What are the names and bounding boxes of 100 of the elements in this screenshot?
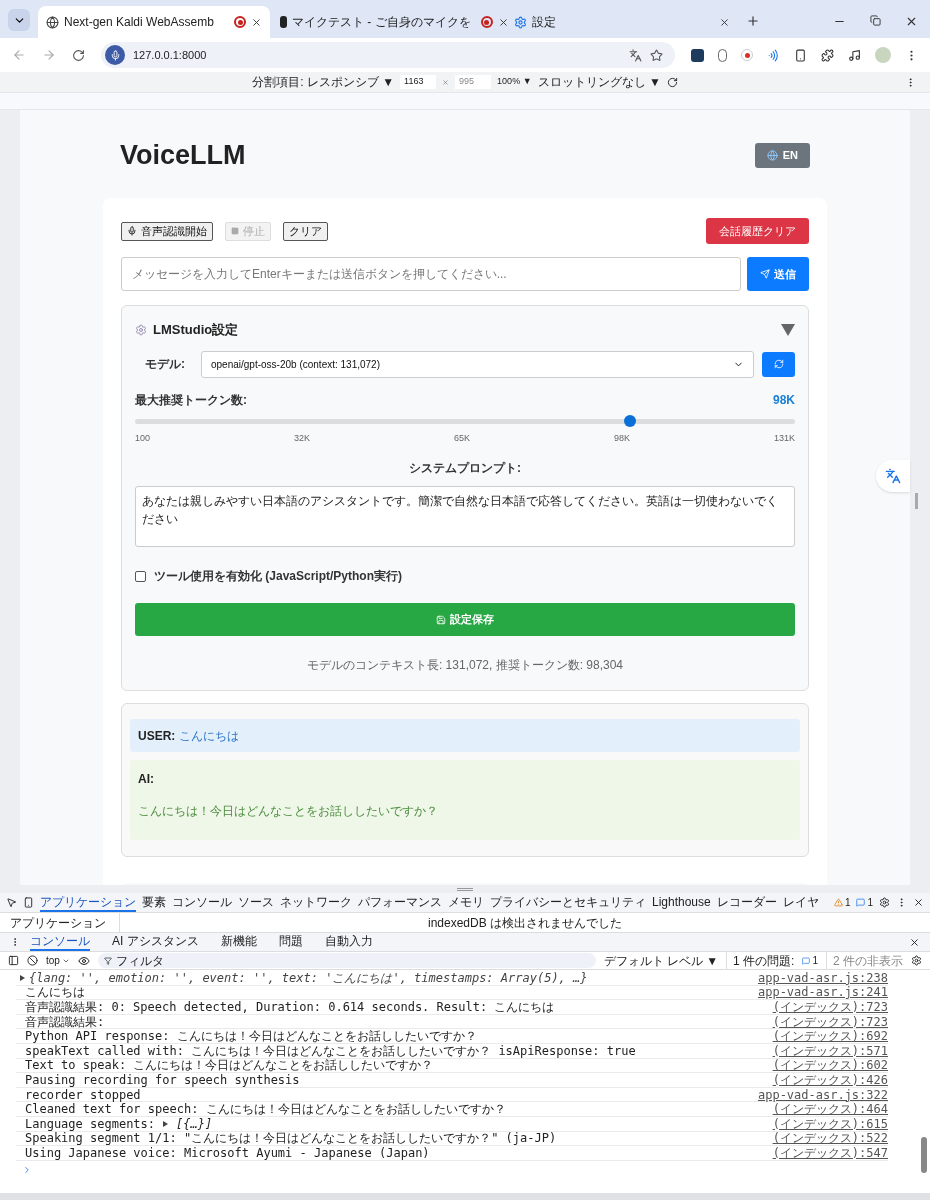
width-field[interactable]: 1163 (400, 75, 437, 89)
gear-icon (135, 323, 147, 336)
warning-count[interactable]: 1 (833, 895, 851, 910)
source-link[interactable]: (インデックス):547 (772, 1146, 888, 1159)
browser-tab[interactable]: 設定 (506, 6, 738, 38)
inspect-icon[interactable] (6, 897, 17, 908)
devtools-tab[interactable]: アプリケーション (40, 893, 136, 912)
close-icon[interactable] (909, 936, 920, 948)
clear-history-button[interactable]: 会話履歴クリア (706, 218, 809, 244)
source-link[interactable]: (インデックス):571 (772, 1044, 888, 1057)
drawer-tab[interactable]: AI アシスタンス (112, 933, 199, 951)
drawer-tab[interactable]: 自動入力 (324, 933, 373, 951)
tab-search-button[interactable] (8, 9, 30, 31)
language-button[interactable]: EN (754, 142, 810, 168)
source-link[interactable]: app-vad-asr.js:241 (757, 986, 888, 999)
settings-icon[interactable] (911, 955, 922, 966)
tools-checkbox[interactable] (135, 570, 146, 582)
close-icon[interactable] (497, 16, 509, 28)
media-icon[interactable] (848, 48, 861, 62)
devtools-tab[interactable]: パフォーマンス (358, 893, 442, 912)
reload-icon[interactable] (72, 48, 85, 62)
throttling-dropdown[interactable]: スロットリングなし ▼ (537, 73, 661, 91)
browser-tab[interactable]: Next-gen Kaldi WebAssemb (38, 6, 270, 38)
send-icon (760, 269, 770, 279)
source-link[interactable]: (インデックス):602 (772, 1059, 888, 1072)
tools-label: ツール使用を有効化 (JavaScript/Python実行) (154, 568, 403, 585)
close-icon[interactable] (913, 897, 924, 908)
source-link[interactable]: app-vad-asr.js:238 (757, 971, 888, 984)
system-prompt-textarea[interactable]: あなたは親しみやすい日本語のアシスタントです。簡潔で自然な日本語で応答してください。英語は一切使わないでください (135, 486, 795, 547)
control-button[interactable]: 音声認識開始 (121, 221, 213, 241)
log-message: Cleaned text for speech: こんにちは！今日はどんなことをお話ししたいですか？ (24, 1103, 506, 1116)
close-icon[interactable] (719, 16, 730, 28)
extension-icon[interactable] (691, 48, 704, 62)
extensions-icon[interactable] (821, 48, 834, 62)
devtools-tab[interactable]: レコーダー (716, 893, 777, 912)
log-object[interactable]: [{…}] (176, 1117, 213, 1130)
devtools-tab[interactable]: Lighthouse (652, 893, 711, 912)
close-icon[interactable] (905, 15, 918, 28)
translate-button[interactable] (876, 460, 910, 492)
translate-icon (885, 468, 901, 484)
signal-icon[interactable] (767, 48, 780, 62)
collapse-triangle-icon[interactable] (781, 323, 795, 336)
refresh-button[interactable] (762, 351, 795, 377)
filter-field[interactable]: フィルタ (97, 953, 596, 968)
browser-tab[interactable]: マイクテスト - ご自身のマイクを (272, 6, 504, 38)
close-icon[interactable] (251, 16, 262, 28)
log-object[interactable]: {lang: '', emotion: '', event: '', text: 'こんにちは', timestamps: Array(5), …} (29, 971, 588, 984)
source-link[interactable]: (インデックス):723 (772, 1001, 888, 1013)
eye-icon[interactable] (77, 954, 90, 967)
rotate-icon[interactable] (666, 76, 678, 88)
control-button[interactable]: クリア (283, 221, 328, 241)
clear-console-icon[interactable] (27, 955, 38, 966)
settings-icon[interactable] (879, 897, 890, 908)
message-count[interactable]: 1 (856, 895, 873, 910)
drawer-tab[interactable]: 問題 (278, 933, 303, 951)
devtools-tab[interactable]: プライバシーとセキュリティ (490, 893, 646, 912)
source-link[interactable]: (インデックス):522 (772, 1132, 888, 1145)
source-link[interactable]: (インデックス):426 (772, 1073, 888, 1086)
model-select[interactable]: openai/gpt-oss-20b (context: 131,072) (201, 350, 754, 378)
times-icon (442, 78, 450, 86)
drawer-tab[interactable]: コンソール (30, 933, 90, 951)
source-link[interactable]: (インデックス):464 (772, 1103, 888, 1116)
resize-handle[interactable] (457, 887, 473, 891)
zoom-dropdown[interactable]: 100% ▼ (497, 75, 532, 89)
restore-icon[interactable] (870, 15, 881, 26)
bookmark-star-icon[interactable] (650, 48, 663, 62)
new-tab-icon[interactable] (746, 14, 760, 28)
device-toggle-icon[interactable] (23, 897, 34, 908)
devtools-tab[interactable]: レイヤ (782, 893, 819, 912)
filter-icon (103, 956, 112, 965)
drawer-tab[interactable]: 新機能 (220, 933, 257, 951)
send-button[interactable]: 送信 (747, 257, 809, 291)
height-field[interactable]: 995 (455, 75, 492, 89)
log-level-dropdown[interactable]: デフォルト レベル ▼ (603, 951, 719, 970)
expand-triangle-icon[interactable] (163, 1120, 169, 1127)
devtools-tab[interactable]: メモリ (448, 893, 484, 912)
context-info: モデルのコンテキスト長: 131,072, 推奨トークン数: 98,304 (306, 658, 624, 672)
device-icon[interactable] (794, 48, 807, 62)
application-sidebar-item[interactable]: アプリケーション (0, 913, 120, 932)
source-link[interactable]: (インデックス):692 (772, 1030, 888, 1043)
expand-triangle-icon[interactable] (20, 974, 25, 981)
devtools-tab[interactable]: 要素 (142, 893, 166, 912)
dimensions-dropdown[interactable]: 分割項目: レスポンシブ ▼ (252, 73, 395, 91)
max-tokens-value: 98K (773, 391, 795, 409)
message-icon (802, 956, 811, 965)
sidebar-toggle-icon[interactable] (8, 955, 19, 966)
devtools-tab[interactable]: コンソール (172, 893, 232, 912)
log-message: Python API response: こんにちは！今日はどんなことをお話ししたいですか？ (24, 1030, 477, 1043)
devtools-tab[interactable]: ネットワーク (280, 893, 352, 912)
translate-icon[interactable] (629, 48, 642, 62)
message-input[interactable]: メッセージを入力してEnterキーまたは送信ボタンを押してください... (121, 257, 741, 291)
scrollbar-thumb[interactable] (921, 1137, 927, 1173)
source-link[interactable]: (インデックス):723 (772, 1015, 888, 1028)
context-dropdown[interactable]: top (46, 953, 70, 968)
slider-thumb[interactable] (624, 414, 636, 427)
issues-count[interactable]: 1 (802, 953, 818, 968)
source-link[interactable]: (インデックス):615 (772, 1117, 888, 1130)
address-bar[interactable]: 127.0.0.1:8000 (101, 42, 675, 68)
source-link[interactable]: app-vad-asr.js:322 (757, 1088, 888, 1101)
devtools-tab[interactable]: ソース (238, 893, 274, 912)
